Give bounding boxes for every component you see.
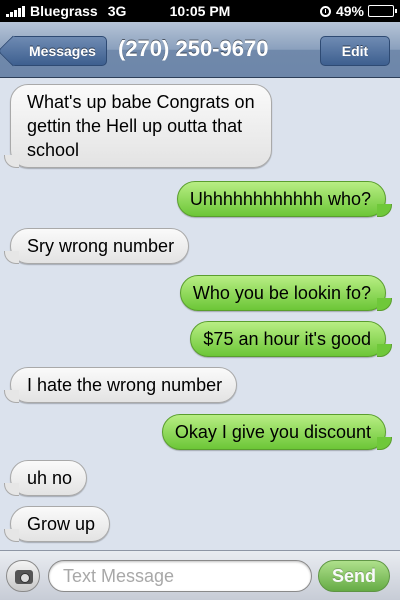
message-bubble-incoming: Sry wrong number (3, 228, 190, 264)
message-bubble-incoming: What's up babe Congrats on gettin the He… (4, 84, 272, 168)
clock-icon (319, 5, 331, 17)
compose-bar: Send (0, 550, 400, 600)
edit-button[interactable]: Edit (320, 36, 390, 66)
battery-percent: 49% (335, 3, 364, 19)
message-bubble-outgoing: $75 an hour it's good (190, 321, 392, 357)
message-thread[interactable]: What's up babe Congrats on gettin the He… (0, 79, 400, 550)
send-button[interactable]: Send (318, 560, 390, 592)
messages-back-button[interactable]: Messages (10, 36, 107, 66)
message-bubble-outgoing: Uhhhhhhhhhhhh who? (176, 181, 393, 217)
battery-icon (368, 5, 397, 17)
status-bar: Bluegrass 3G 10:05 PM 49% (0, 0, 400, 22)
message-bubble-incoming: uh no (3, 460, 88, 496)
conversation-title: (270) 250-9670 (118, 36, 269, 61)
status-right: 49% (319, 3, 397, 19)
camera-icon (15, 570, 33, 584)
message-input[interactable] (48, 560, 312, 592)
message-bubble-incoming: I hate the wrong number (3, 367, 238, 403)
nav-bar: Messages (270) 250-9670 Edit (0, 22, 400, 78)
message-bubble-outgoing: Who you be lookin fo? (179, 275, 393, 311)
back-button-label: Messages (29, 43, 96, 59)
message-bubble-incoming: Grow up (3, 506, 111, 542)
camera-button[interactable] (6, 560, 40, 592)
message-bubble-outgoing: Okay I give you discount (161, 414, 393, 450)
